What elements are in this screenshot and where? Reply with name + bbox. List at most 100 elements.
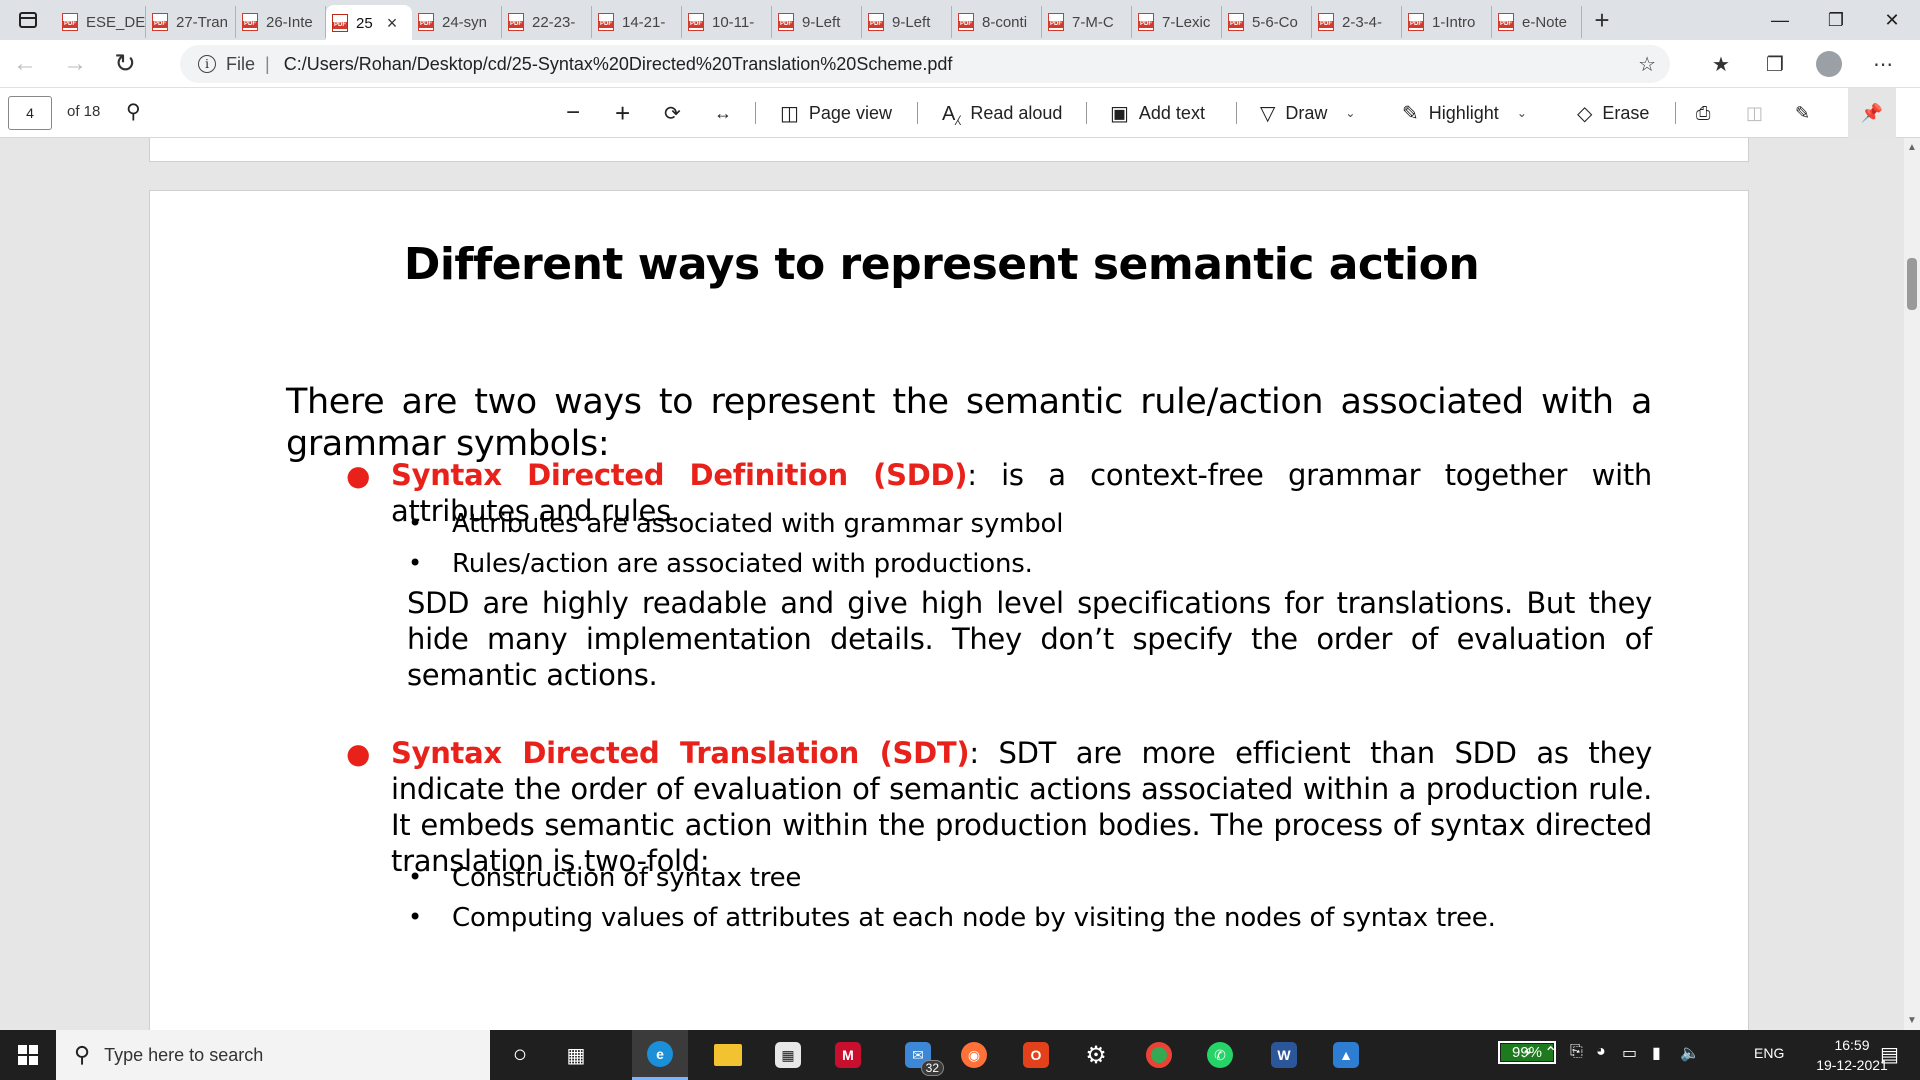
highlight-button[interactable]: ✎ Highlight ⌄ <box>1402 88 1527 138</box>
sub-bullet: • <box>408 549 423 577</box>
browser-actions: ★ ❐ ⋯ <box>1694 40 1910 88</box>
read-aloud-button[interactable]: A⁁ Read aloud <box>942 88 1062 138</box>
tab[interactable]: 7-Lexic <box>1132 6 1222 38</box>
tab[interactable]: 1-Intro <box>1402 6 1492 38</box>
pin-toolbar-icon[interactable]: 📌 <box>1848 88 1896 138</box>
document-viewer[interactable]: Different ways to represent semantic act… <box>0 138 1904 1030</box>
print-icon[interactable]: ⎙ <box>1696 88 1710 138</box>
task-view-icon[interactable]: ▦ <box>548 1030 604 1080</box>
close-window-icon[interactable]: ✕ <box>1864 0 1920 40</box>
tab[interactable]: 10-11- <box>682 6 772 38</box>
pdf-icon <box>1228 13 1244 31</box>
tab[interactable]: 14-21- <box>592 6 682 38</box>
search-icon[interactable]: ⚲ <box>126 99 141 124</box>
add-text-icon: ▣ <box>1110 102 1129 125</box>
file-explorer-icon[interactable] <box>700 1030 756 1080</box>
usb-icon[interactable]: ⎘ <box>1570 1043 1583 1061</box>
firefox-icon[interactable]: ◉ <box>946 1030 1002 1080</box>
page-number-input[interactable]: 4 <box>8 96 52 130</box>
tab-list: ESE_DE 27-Tran 26-Inte 25 × 24-syn 22-23- 14-21… <box>56 0 1582 41</box>
vertical-scrollbar[interactable]: ▲ ▼ <box>1904 138 1920 1030</box>
display-icon[interactable]: ▭ <box>1622 1043 1637 1063</box>
favorites-icon[interactable]: ★ <box>1694 40 1748 88</box>
tab[interactable]: 8-conti <box>952 6 1042 38</box>
chevron-down-icon[interactable]: ⌄ <box>1345 106 1355 120</box>
tab[interactable]: 22-23- <box>502 6 592 38</box>
page-view-button[interactable]: ◫ Page view <box>780 88 892 138</box>
charging-icon: ⚡ <box>1522 1045 1534 1062</box>
pdf-icon <box>1408 13 1424 31</box>
scheme-separator: | <box>265 53 270 74</box>
office-icon[interactable]: O <box>1008 1030 1064 1080</box>
wifi-icon[interactable]: ◕ <box>1596 1043 1606 1061</box>
pdf-toolbar: 4 of 18 ⚲ − + ⟳ ↔ ◫ Page view A⁁ Read al… <box>0 88 1920 138</box>
tab-label: 27-Tran <box>176 13 228 31</box>
tab[interactable]: ESE_DE <box>56 6 146 38</box>
refresh-icon[interactable]: ↻ <box>100 40 150 88</box>
draw-label: Draw <box>1285 102 1328 123</box>
battery-icon[interactable]: ▮ <box>1652 1043 1661 1063</box>
tab[interactable]: 9-Left <box>772 6 862 38</box>
tab-active[interactable]: 25 × <box>326 5 412 41</box>
save-as-icon[interactable]: ✎ <box>1795 88 1810 138</box>
tab[interactable]: e-Note <box>1492 6 1582 38</box>
tab[interactable]: 24-syn <box>412 6 502 38</box>
collections-icon[interactable]: ❐ <box>1748 40 1802 88</box>
read-aloud-label: Read aloud <box>970 102 1063 123</box>
notification-icon[interactable]: ▤ <box>1880 1042 1899 1067</box>
chevron-down-icon[interactable]: ⌄ <box>1517 106 1527 120</box>
taskbar-search[interactable]: ⚲ Type here to search <box>56 1030 490 1080</box>
scroll-down-icon[interactable]: ▼ <box>1907 1015 1917 1026</box>
back-icon[interactable]: ← <box>0 40 50 88</box>
sub-bullet: • <box>408 509 423 537</box>
address-bar: ← → ↻ i File | C:/Users/Rohan/Desktop/cd… <box>0 40 1920 88</box>
mcafee-icon[interactable]: M <box>820 1030 876 1080</box>
store-icon[interactable]: ▦ <box>760 1030 816 1080</box>
add-favorite-icon[interactable]: ☆ <box>1638 52 1656 77</box>
add-text-button[interactable]: ▣ Add text <box>1110 88 1205 138</box>
url-field[interactable]: i File | C:/Users/Rohan/Desktop/cd/25-Sy… <box>180 45 1670 83</box>
rotate-icon[interactable]: ⟳ <box>664 88 681 138</box>
cortana-icon[interactable]: ○ <box>492 1030 548 1080</box>
page-total-label: of 18 <box>67 103 101 120</box>
fit-to-width-icon[interactable]: ↔ <box>714 88 732 138</box>
close-tab-icon[interactable]: × <box>387 13 398 34</box>
window-controls: — ❐ ✕ <box>1752 0 1920 40</box>
minimize-icon[interactable]: — <box>1752 0 1808 40</box>
tab[interactable]: 26-Inte <box>236 6 326 38</box>
tab[interactable]: 5-6-Co <box>1222 6 1312 38</box>
save-icon[interactable]: ◫ <box>1746 88 1763 138</box>
chrome-icon[interactable] <box>1131 1030 1187 1080</box>
show-hidden-icons-icon[interactable]: ⌃ <box>1544 1043 1557 1063</box>
tab[interactable]: 27-Tran <box>146 6 236 38</box>
edge-icon[interactable]: e <box>632 1030 688 1080</box>
photos-icon[interactable]: ▲ <box>1318 1030 1374 1080</box>
scrollbar-thumb[interactable] <box>1907 258 1917 310</box>
erase-button[interactable]: ◇ Erase <box>1577 88 1649 138</box>
profile-avatar[interactable] <box>1816 51 1842 77</box>
intro-paragraph: There are two ways to represent the sema… <box>286 382 1652 464</box>
language-indicator[interactable]: ENG <box>1754 1045 1784 1061</box>
tab[interactable]: 2-3-4- <box>1312 6 1402 38</box>
zoom-out-icon[interactable]: − <box>566 88 580 138</box>
more-options-icon[interactable]: ⋯ <box>1856 40 1910 88</box>
draw-button[interactable]: ▽ Draw ⌄ <box>1260 88 1355 138</box>
start-button[interactable] <box>0 1030 56 1080</box>
tab-actions-menu-icon[interactable] <box>0 0 56 40</box>
tab-label: 14-21- <box>622 13 666 31</box>
tab[interactable]: 7-M-C <box>1042 6 1132 38</box>
forward-icon[interactable]: → <box>50 40 100 88</box>
word-icon[interactable]: W <box>1256 1030 1312 1080</box>
info-icon[interactable]: i <box>198 55 216 73</box>
scroll-up-icon[interactable]: ▲ <box>1907 142 1917 153</box>
zoom-in-icon[interactable]: + <box>615 88 630 138</box>
mail-icon[interactable]: ✉ 32 <box>890 1030 946 1080</box>
sub-bullet: • <box>408 903 423 931</box>
settings-icon[interactable]: ⚙ <box>1068 1030 1124 1080</box>
restore-icon[interactable]: ❐ <box>1808 0 1864 40</box>
whatsapp-icon[interactable]: ✆ <box>1192 1030 1248 1080</box>
volume-icon[interactable]: 🔈 <box>1680 1043 1700 1063</box>
tab[interactable]: 9-Left <box>862 6 952 38</box>
search-icon: ⚲ <box>74 1042 91 1067</box>
new-tab-icon[interactable]: + <box>1582 0 1622 40</box>
